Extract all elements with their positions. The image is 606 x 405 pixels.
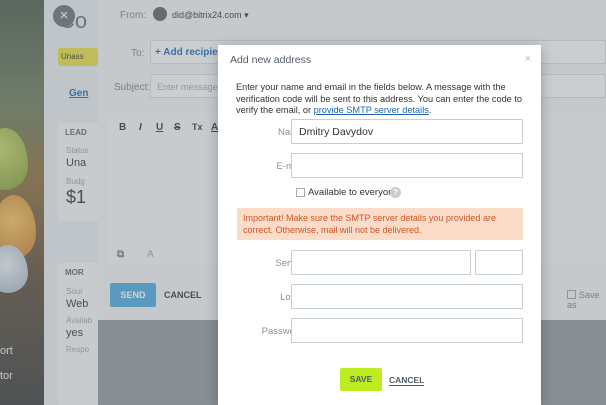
- available-checkbox[interactable]: [296, 188, 305, 197]
- password-input[interactable]: [291, 318, 523, 343]
- close-icon[interactable]: ×: [525, 53, 531, 65]
- server-input[interactable]: [291, 250, 471, 275]
- login-input[interactable]: [291, 284, 523, 309]
- cancel-button[interactable]: CANCEL: [389, 375, 425, 386]
- smtp-warning: Important! Make sure the SMTP server det…: [237, 208, 523, 240]
- intro-text: Enter your name and email in the fields …: [236, 82, 523, 115]
- dialog-title: Add new address: [230, 54, 312, 66]
- name-input[interactable]: [291, 119, 523, 144]
- save-button[interactable]: SAVE: [340, 368, 382, 391]
- email-input[interactable]: [291, 153, 523, 178]
- port-input[interactable]: [475, 250, 523, 275]
- help-icon[interactable]: ?: [390, 187, 401, 198]
- add-address-dialog: Add new address × Enter your name and em…: [218, 45, 541, 405]
- available-label: Available to everyone: [308, 187, 399, 198]
- smtp-details-link[interactable]: provide SMTP server details: [314, 105, 429, 115]
